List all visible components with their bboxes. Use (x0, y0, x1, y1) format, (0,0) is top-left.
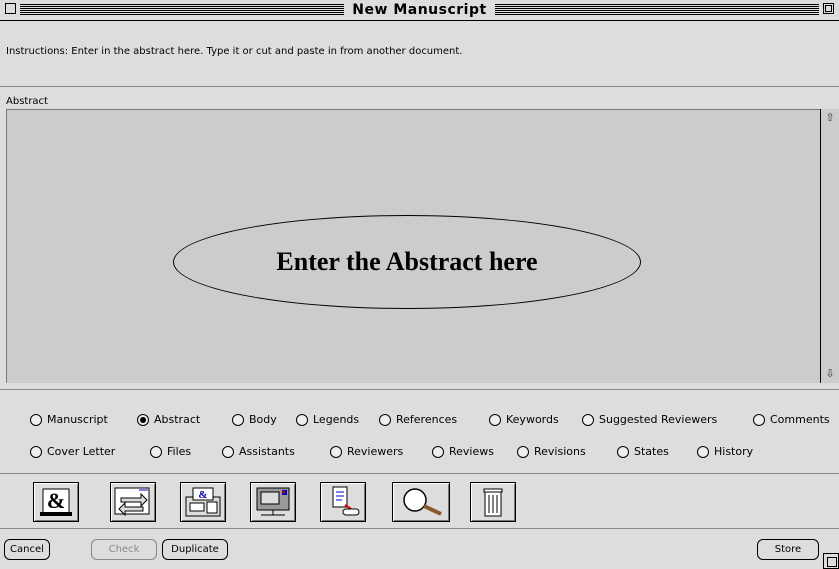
radio-reviews[interactable]: Reviews (432, 445, 494, 458)
store-button[interactable]: Store (757, 539, 819, 560)
check-button[interactable]: Check (91, 539, 157, 560)
divider (0, 86, 839, 87)
radio-button-icon[interactable] (432, 445, 444, 458)
instructions-text: Instructions: Enter in the abstract here… (6, 46, 463, 57)
mail-ampersand-icon[interactable]: & (33, 482, 79, 522)
divider (0, 389, 839, 390)
abstract-label: Abstract (6, 96, 48, 107)
radio-button-icon[interactable] (30, 445, 42, 458)
radio-history[interactable]: History (697, 445, 753, 458)
radio-button-icon[interactable] (617, 445, 629, 458)
radio-button-icon[interactable] (150, 445, 162, 458)
radio-button-icon[interactable] (296, 413, 308, 426)
radio-button-icon[interactable] (517, 445, 529, 458)
cancel-button[interactable]: Cancel (4, 539, 50, 560)
radio-cover-letter[interactable]: Cover Letter (30, 445, 115, 458)
radio-button-icon[interactable] (582, 413, 594, 426)
radio-abstract[interactable]: Abstract (137, 413, 200, 426)
transfer-arrows-icon[interactable] (110, 482, 156, 522)
radio-reviewers[interactable]: Reviewers (330, 445, 403, 458)
zoom-box-icon[interactable] (823, 3, 834, 14)
radio-manuscript[interactable]: Manuscript (30, 413, 108, 426)
radio-body[interactable]: Body (232, 413, 277, 426)
manuscript-window: New Manuscript Instructions: Enter in th… (0, 0, 839, 569)
radio-suggested-reviewers[interactable]: Suggested Reviewers (582, 413, 717, 426)
radio-states[interactable]: States (617, 445, 669, 458)
abstract-scrollbar[interactable]: ⇧ ⇩ (820, 109, 839, 383)
resize-box-icon[interactable] (823, 553, 839, 569)
radio-button-icon[interactable] (489, 413, 501, 426)
scroll-down-arrow-icon[interactable]: ⇩ (822, 367, 838, 381)
radio-references[interactable]: References (379, 413, 457, 426)
radio-button-icon[interactable] (379, 413, 391, 426)
svg-text:&: & (198, 489, 207, 501)
radio-button-icon[interactable] (30, 413, 42, 426)
document-export-icon[interactable] (320, 482, 366, 522)
title-bar-stripes (20, 4, 819, 15)
radio-button-icon[interactable] (222, 445, 234, 458)
trash-icon[interactable] (470, 482, 516, 522)
radio-comments[interactable]: Comments (753, 413, 830, 426)
radio-keywords[interactable]: Keywords (489, 413, 559, 426)
toolbar: & & (0, 473, 839, 529)
radio-button-icon[interactable] (697, 445, 709, 458)
title-bar[interactable]: New Manuscript (0, 0, 839, 21)
magnifier-icon[interactable] (392, 482, 450, 522)
duplicate-button[interactable]: Duplicate (162, 539, 228, 560)
computer-terminal-icon[interactable] (250, 482, 296, 522)
close-box-icon[interactable] (5, 3, 16, 14)
radio-revisions[interactable]: Revisions (517, 445, 586, 458)
radio-button-icon[interactable] (330, 445, 342, 458)
radio-button-icon[interactable] (232, 413, 244, 426)
radio-legends[interactable]: Legends (296, 413, 359, 426)
fax-machine-icon[interactable]: & (180, 482, 226, 522)
svg-text:&: & (47, 488, 65, 513)
scroll-up-arrow-icon[interactable]: ⇧ (822, 111, 838, 125)
radio-button-icon[interactable] (137, 413, 149, 426)
annotation-text: Enter the Abstract here (276, 247, 538, 276)
radio-files[interactable]: Files (150, 445, 191, 458)
radio-button-icon[interactable] (753, 413, 765, 426)
radio-assistants[interactable]: Assistants (222, 445, 295, 458)
